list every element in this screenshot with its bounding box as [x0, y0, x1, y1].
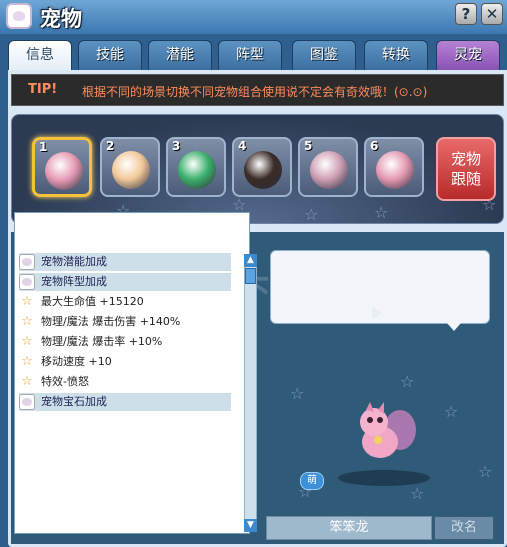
list-item-label: 宠物阵型加成	[41, 275, 107, 288]
list-item-label: 最大生命值 +15120	[41, 295, 144, 308]
star-icon: ☆	[21, 314, 33, 329]
list-item: ☆ 特效-愤怒	[19, 373, 231, 391]
slot-number: 3	[172, 139, 181, 153]
title-bar: 宠物 ? ✕	[0, 0, 507, 34]
list-header-formation[interactable]: 宠物阵型加成	[19, 273, 231, 291]
pet-category-icon	[19, 274, 35, 290]
pet-tag-badge: 萌	[300, 472, 324, 490]
star-icon: ☆	[21, 334, 33, 349]
list-item-label: 宠物潜能加成	[41, 255, 107, 268]
slot-number: 2	[106, 139, 115, 153]
pet-slot-1[interactable]: 1	[32, 137, 92, 197]
pet-slot-3[interactable]: 3	[166, 137, 226, 197]
tip-label: TIP!	[28, 82, 58, 97]
rename-button[interactable]: 改名	[434, 516, 494, 540]
pet-shadow	[338, 470, 430, 486]
star-icon: ☆	[21, 294, 33, 309]
star-decoration: ☆	[478, 462, 493, 481]
list-header-gem[interactable]: 宠物宝石加成	[19, 393, 231, 411]
scroll-thumb[interactable]	[245, 268, 256, 284]
pet-slot-5[interactable]: 5	[298, 137, 358, 197]
tab-bar: 信息 技能 潜能 阵型 图鉴 转换 灵宠	[8, 40, 507, 72]
tab-info[interactable]: 信息	[8, 40, 72, 72]
star-decoration: ☆	[290, 384, 305, 403]
window-title: 宠物	[40, 7, 82, 31]
tip-bar: TIP! 根据不同的场景切换不同宠物组合使用说不定会有奇效哦！(⊙.⊙)	[11, 74, 504, 106]
list-item: ☆ 物理/魔法 爆击率 +10%	[19, 333, 231, 351]
tab-convert[interactable]: 转换	[364, 40, 428, 70]
pet-category-icon	[19, 254, 35, 270]
pet-window-icon	[6, 3, 32, 29]
pet-model	[360, 402, 416, 458]
star-icon: ☆	[21, 354, 33, 369]
scroll-up-arrow-icon[interactable]: ▲	[244, 254, 257, 267]
list-scrollbar[interactable]: ▲ ▼	[244, 254, 257, 532]
list-item: ☆ 最大生命值 +15120	[19, 293, 231, 311]
tip-text: 根据不同的场景切换不同宠物组合使用说不定会有奇效哦！(⊙.⊙)	[82, 85, 428, 99]
list-item-label: 宠物宝石加成	[41, 395, 107, 408]
star-icon: ☆	[21, 374, 33, 389]
list-item-label: 物理/魔法 爆击伤害 +140%	[41, 315, 181, 328]
pet-portrait	[244, 151, 282, 189]
follow-label-line2: 跟随	[450, 170, 481, 188]
pet-portrait	[45, 152, 83, 190]
close-button[interactable]: ✕	[481, 3, 503, 25]
pet-name-field: 笨笨龙	[266, 516, 432, 540]
pet-portrait	[310, 151, 348, 189]
list-item-label: 物理/魔法 爆击率 +10%	[41, 335, 163, 348]
star-decoration: ☆	[374, 203, 389, 222]
pet-slot-4[interactable]: 4	[232, 137, 292, 197]
star-decoration: ☆	[400, 372, 415, 391]
star-decoration: ☆	[410, 484, 425, 503]
follow-label-line1: 宠物	[450, 150, 481, 168]
pet-portrait	[112, 151, 150, 189]
pet-follow-button[interactable]: 宠物 跟随	[436, 137, 496, 201]
mouse-cursor-icon	[372, 306, 382, 320]
tab-collection[interactable]: 图鉴	[292, 40, 356, 70]
list-item: ☆ 移动速度 +10	[19, 353, 231, 371]
slot-number: 6	[370, 139, 379, 153]
slot-number: 5	[304, 139, 313, 153]
pet-category-icon	[19, 394, 35, 410]
slot-number: 4	[238, 139, 247, 153]
pet-portrait	[178, 151, 216, 189]
pet-slot-2[interactable]: 2	[100, 137, 160, 197]
scroll-down-arrow-icon[interactable]: ▼	[244, 519, 257, 532]
attribute-list: 宠物潜能加成 宠物阵型加成 ☆ 最大生命值 +15120 ☆ 物理/魔法 爆击伤害 …	[14, 212, 250, 534]
star-decoration: ☆	[444, 402, 459, 421]
pet-slot-bar: ☆ ☆ ☆ ☆ ☆ 1 2 3 4 5 6 宠物 跟随	[11, 114, 504, 224]
tab-skills[interactable]: 技能	[78, 40, 142, 70]
tab-spirit-pet[interactable]: 灵宠	[436, 40, 500, 70]
help-button[interactable]: ?	[455, 3, 477, 25]
list-item-label: 特效-愤怒	[41, 375, 89, 388]
list-item: ☆ 物理/魔法 爆击伤害 +140%	[19, 313, 231, 331]
tab-formation[interactable]: 阵型	[218, 40, 282, 70]
pet-portrait	[376, 151, 414, 189]
star-decoration: ☆	[304, 205, 319, 224]
pet-slot-6[interactable]: 6	[364, 137, 424, 197]
tab-potential[interactable]: 潜能	[148, 40, 212, 70]
slot-number: 1	[39, 140, 48, 154]
list-header-potential[interactable]: 宠物潜能加成	[19, 253, 231, 271]
list-item-label: 移动速度 +10	[41, 355, 112, 368]
